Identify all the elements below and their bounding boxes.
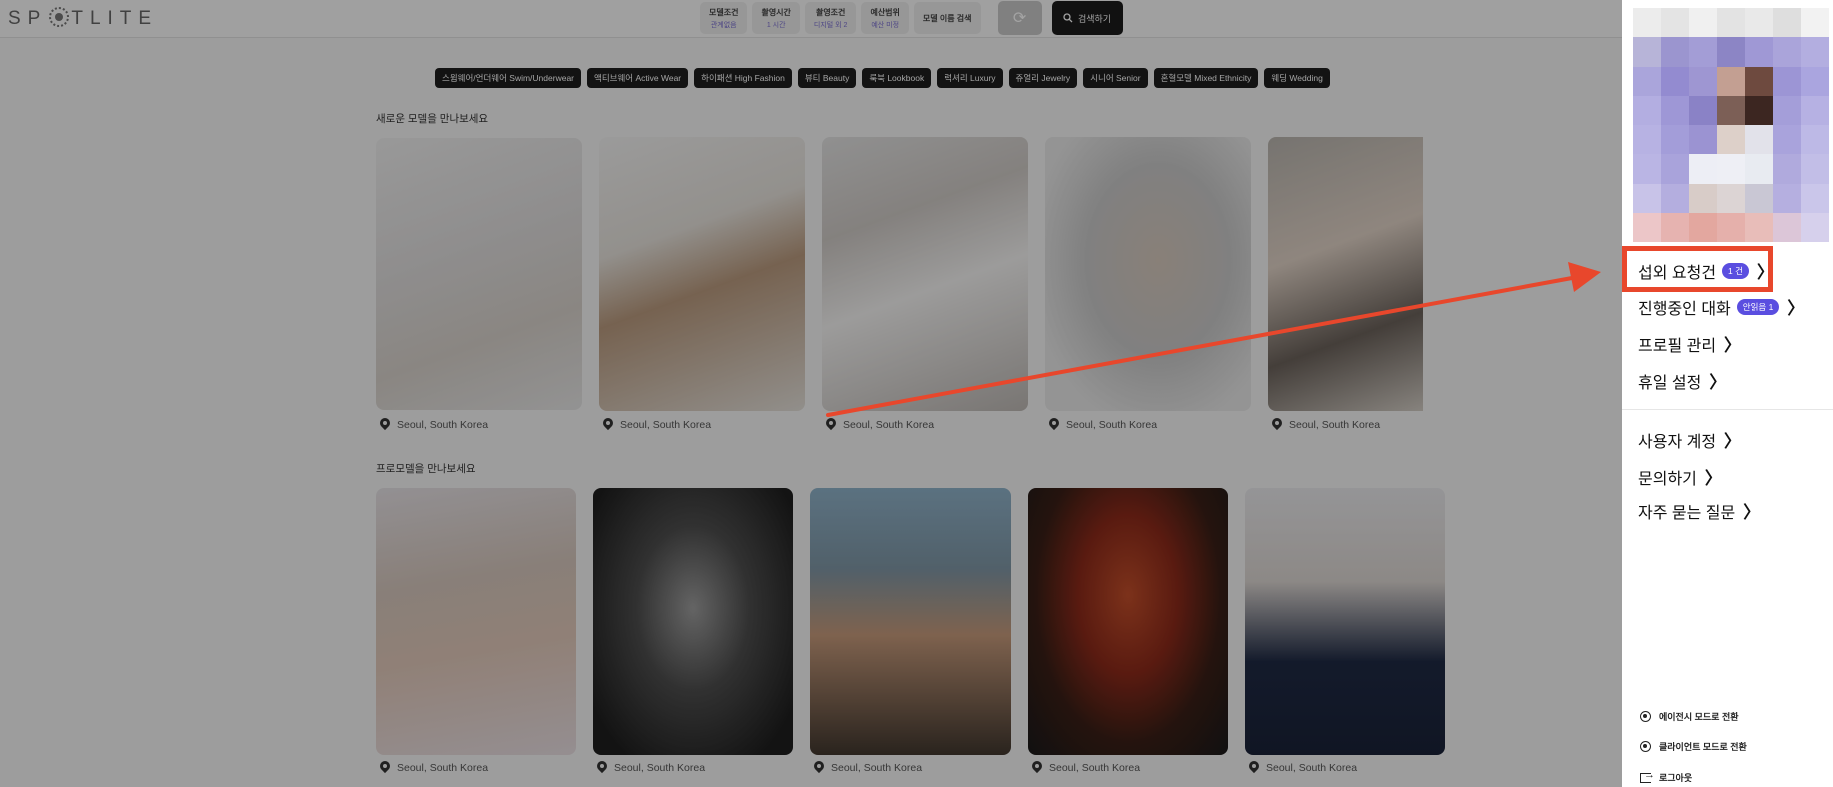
- modal-backdrop-overlay[interactable]: [0, 0, 1622, 787]
- bottom-item-label: 에이전시 모드로 전환: [1659, 712, 1739, 722]
- menu-divider: [1622, 409, 1833, 410]
- menu-item-faq[interactable]: 자주 묻는 질문 〉: [1638, 498, 1760, 523]
- switch-to-agency-mode-button[interactable]: 에이전시 모드로 전환: [1640, 710, 1739, 723]
- menu-item-profile-management[interactable]: 프로필 관리 〉: [1638, 331, 1741, 356]
- bottom-item-label: 클라이언트 모드로 전환: [1659, 742, 1747, 752]
- menu-item-ongoing-chats[interactable]: 진행중인 대화 안읽음 1 〉: [1638, 294, 1804, 319]
- switch-mode-icon: [1640, 711, 1651, 722]
- chevron-right-icon: 〉: [1787, 299, 1805, 318]
- menu-item-label: 진행중인 대화: [1638, 300, 1731, 318]
- menu-item-contact-us[interactable]: 문의하기 〉: [1638, 464, 1722, 489]
- user-menu-drawer: 섭외 요청건 1 건 〉 진행중인 대화 안읽음 1 〉 프로필 관리 〉 휴일…: [1622, 0, 1833, 787]
- main-page: SP TLITE 모델조건 관계없음 촬영시간 1 시간 촬영조건 디지털 외 2…: [0, 0, 1833, 787]
- highlight-box: [1622, 246, 1773, 292]
- logout-icon: [1640, 769, 1655, 783]
- chevron-right-icon: 〉: [1743, 503, 1761, 522]
- switch-to-client-mode-button[interactable]: 클라이언트 모드로 전환: [1640, 740, 1747, 753]
- chevron-right-icon: 〉: [1704, 469, 1722, 488]
- menu-item-label: 휴일 설정: [1638, 374, 1702, 392]
- menu-item-holiday-settings[interactable]: 휴일 설정 〉: [1638, 368, 1726, 393]
- menu-item-label: 사용자 계정: [1638, 433, 1717, 451]
- bottom-item-label: 로그아웃: [1659, 773, 1693, 783]
- chevron-right-icon: 〉: [1724, 336, 1742, 355]
- menu-item-label: 자주 묻는 질문: [1638, 504, 1736, 522]
- profile-avatar[interactable]: [1633, 8, 1829, 242]
- menu-item-label: 프로필 관리: [1638, 337, 1717, 355]
- chevron-right-icon: 〉: [1709, 373, 1727, 392]
- switch-mode-icon: [1640, 741, 1651, 752]
- unread-badge: 안읽음 1: [1736, 298, 1780, 315]
- logout-button[interactable]: 로그아웃: [1640, 769, 1693, 784]
- menu-item-user-account[interactable]: 사용자 계정 〉: [1638, 427, 1741, 452]
- menu-item-label: 문의하기: [1638, 470, 1697, 488]
- chevron-right-icon: 〉: [1724, 432, 1742, 451]
